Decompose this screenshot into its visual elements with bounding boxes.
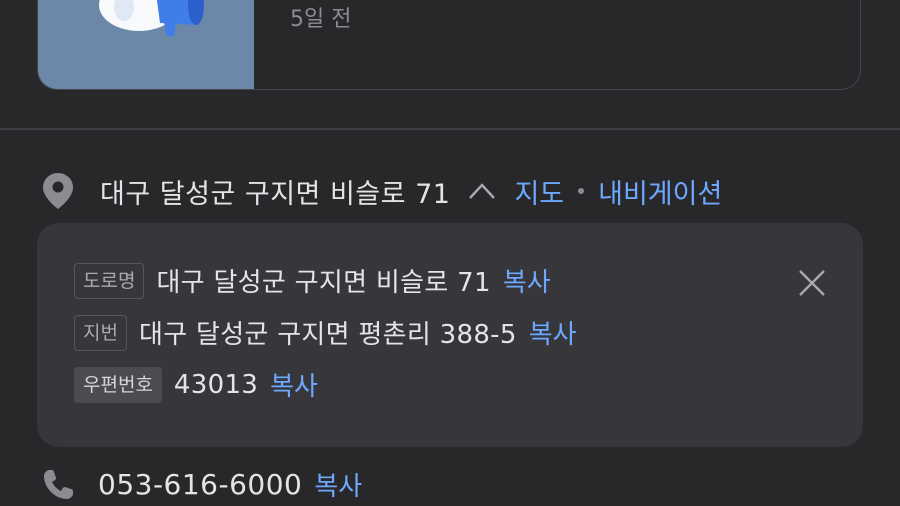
lot-address-line: 지번 대구 달성군 구지면 평촌리 388-5 복사 (74, 314, 577, 351)
navigation-link[interactable]: 내비게이션 (598, 172, 722, 211)
road-address-value: 대구 달성군 구지면 비슬로 71 (156, 268, 491, 298)
lot-address-tag: 지번 (74, 314, 127, 351)
chevron-up-icon[interactable] (468, 182, 496, 200)
lot-address-value: 대구 달성군 구지면 평촌리 388-5 (138, 320, 517, 350)
postal-code-line: 우편번호 43013 복사 (74, 366, 318, 403)
road-address-tag: 도로명 (74, 262, 145, 299)
postal-code-value: 43013 (173, 369, 259, 400)
megaphone-icon (99, 0, 204, 37)
separator-dot (578, 188, 585, 194)
place-info-page: 5일 전 대구 달성군 구지면 비슬로 71 지도 내비게이션 도로명 대구 달… (0, 0, 900, 506)
address-detail-panel: 도로명 대구 달성군 구지면 비슬로 71 복사 지번 대구 달성군 구지면 평… (37, 223, 863, 447)
road-address-copy-button[interactable]: 복사 (503, 262, 551, 299)
phone-number: 053-616-6000 (98, 468, 303, 501)
close-icon[interactable] (797, 268, 827, 298)
phone-copy-button[interactable]: 복사 (314, 466, 362, 503)
phone-row: 053-616-6000 복사 (40, 466, 362, 503)
location-pin-icon (43, 173, 73, 209)
notice-card[interactable]: 5일 전 (37, 0, 861, 90)
phone-icon (44, 469, 73, 499)
road-address-line: 도로명 대구 달성군 구지면 비슬로 71 복사 (74, 262, 551, 299)
address-main: 대구 달성군 구지면 비슬로 71 (100, 178, 451, 210)
map-link[interactable]: 지도 (514, 172, 564, 211)
section-divider (0, 128, 900, 130)
lot-address-copy-button[interactable]: 복사 (529, 314, 577, 351)
postal-code-tag: 우편번호 (74, 366, 162, 403)
notice-thumbnail (38, 0, 254, 89)
notice-time: 5일 전 (290, 7, 352, 32)
postal-code-copy-button[interactable]: 복사 (270, 366, 318, 403)
address-row: 대구 달성군 구지면 비슬로 71 지도 내비게이션 (40, 168, 722, 214)
